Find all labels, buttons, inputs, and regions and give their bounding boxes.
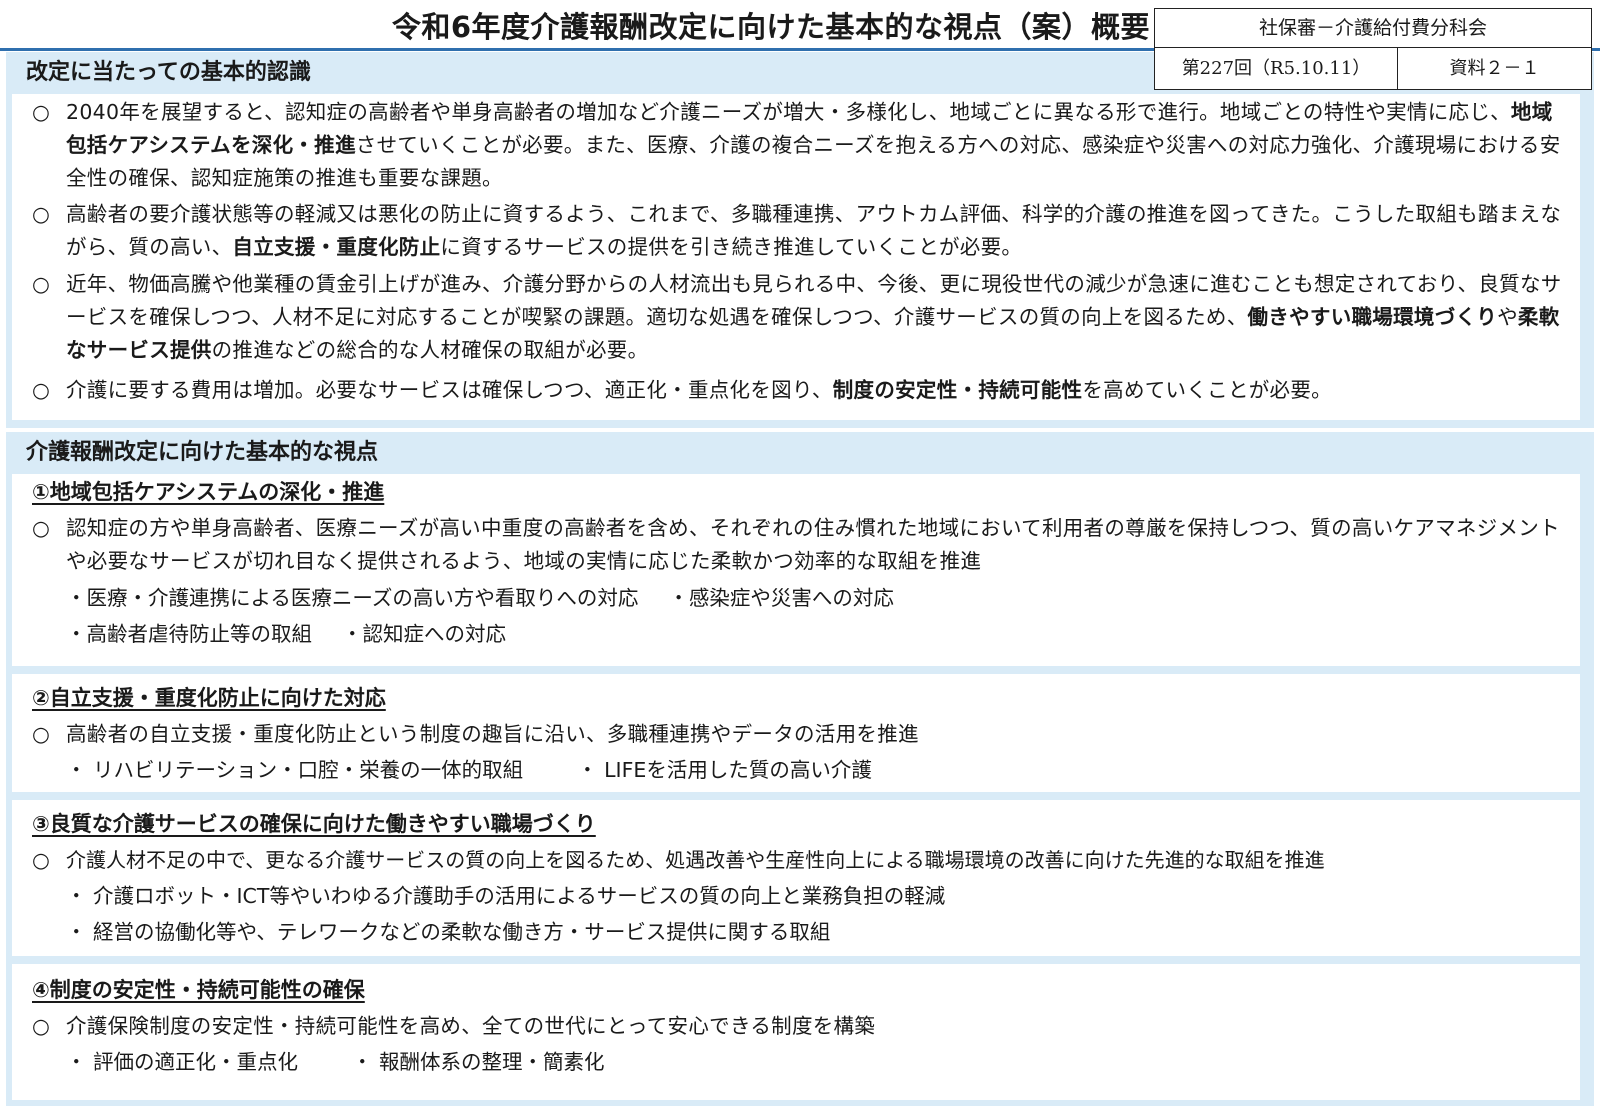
- viewpoints-heading: 介護報酬改定に向けた基本的な視点: [26, 440, 379, 465]
- list-item: ・ 評価の適正化・重点化: [66, 1050, 299, 1074]
- circle-bullet-icon: ○: [32, 1014, 50, 1038]
- document-meta-box: 社保審－介護給付費分科会 第227回（R5.10.11） 資料２－１: [1154, 8, 1592, 90]
- viewpoint-4-panel: ④制度の安定性・持続可能性の確保 ○ 介護保険制度の安定性・持続可能性を高め、全…: [12, 964, 1580, 1100]
- recognition-panel: ○ 2040年を展望すると、認知症の高齢者や単身高齢者の増加など介護ニーズが増大…: [12, 94, 1580, 420]
- recognition-paragraph-1: ○ 2040年を展望すると、認知症の高齢者や単身高齢者の増加など介護ニーズが増大…: [32, 96, 1572, 195]
- list-item: ・ LIFEを活用した質の高い介護: [577, 758, 872, 782]
- list-item: ・ 報酬体系の整理・簡素化: [352, 1050, 605, 1074]
- circle-bullet-icon: ○: [32, 100, 50, 124]
- meta-row: 第227回（R5.10.11） 資料２－１: [1155, 48, 1591, 90]
- circle-bullet-icon: ○: [32, 516, 50, 540]
- list-item: ・ 介護ロボット・ICT等やいわゆる介護助手の活用によるサービスの質の向上と業務…: [66, 884, 946, 908]
- circle-bullet-icon: ○: [32, 272, 50, 296]
- viewpoint-3-text: ○ 介護人材不足の中で、更なる介護サービスの質の向上を図るため、処遇改善や生産性…: [32, 844, 1578, 877]
- meta-session: 第227回（R5.10.11）: [1155, 48, 1398, 90]
- viewpoints-section: 介護報酬改定に向けた基本的な視点 ①地域包括ケアシステムの深化・推進 ○ 認知症…: [6, 432, 1594, 1106]
- circle-bullet-icon: ○: [32, 848, 50, 872]
- document-page: 令和6年度介護報酬改定に向けた基本的な視点（案）概要 社保審－介護給付費分科会 …: [0, 0, 1600, 1112]
- list-item: ・高齢者虐待防止等の取組: [66, 622, 312, 646]
- viewpoint-3-bullets: ・ 介護ロボット・ICT等やいわゆる介護助手の活用によるサービスの質の向上と業務…: [66, 878, 945, 950]
- page-title: 令和6年度介護報酬改定に向けた基本的な視点（案）概要: [391, 10, 1150, 44]
- circle-bullet-icon: ○: [32, 378, 50, 402]
- viewpoint-4-title: ④制度の安定性・持続可能性の確保: [32, 978, 365, 1002]
- viewpoint-2-panel: ②自立支援・重度化防止に向けた対応 ○ 高齢者の自立支援・重度化防止という制度の…: [12, 674, 1580, 792]
- circle-bullet-icon: ○: [32, 202, 50, 226]
- list-item: ・ 経営の協働化等や、テレワークなどの柔軟な働き方・サービス提供に関する取組: [66, 920, 831, 944]
- meta-document-number: 資料２－１: [1449, 58, 1540, 79]
- recognition-paragraph-4: ○ 介護に要する費用は増加。必要なサービスは確保しつつ、適正化・重点化を図り、制…: [32, 374, 1572, 407]
- viewpoint-1-title: ①地域包括ケアシステムの深化・推進: [32, 480, 385, 504]
- viewpoint-3-title: ③良質な介護サービスの確保に向けた働きやすい職場づくり: [32, 812, 596, 836]
- viewpoint-2-title: ②自立支援・重度化防止に向けた対応: [32, 686, 386, 710]
- list-item: ・感染症や災害への対応: [668, 586, 894, 610]
- viewpoint-1-text: ○ 認知症の方や単身高齢者、医療ニーズが高い中重度の高齢者を含め、それぞれの住み…: [32, 512, 1572, 578]
- viewpoint-3-panel: ③良質な介護サービスの確保に向けた働きやすい職場づくり ○ 介護人材不足の中で、…: [12, 800, 1580, 956]
- viewpoint-2-text: ○ 高齢者の自立支援・重度化防止という制度の趣旨に沿い、多職種連携やデータの活用…: [32, 718, 1572, 751]
- viewpoint-4-bullets: ・ 評価の適正化・重点化 ・ 報酬体系の整理・簡素化: [66, 1044, 605, 1080]
- circle-bullet-icon: ○: [32, 722, 50, 746]
- viewpoint-1-bullets: ・医療・介護連携による医療ニーズの高い方や看取りへの対応 ・感染症や災害への対応 …: [66, 580, 894, 652]
- viewpoint-1-panel: ①地域包括ケアシステムの深化・推進 ○ 認知症の方や単身高齢者、医療ニーズが高い…: [12, 474, 1580, 666]
- recognition-section: 改定に当たっての基本的認識 ○ 2040年を展望すると、認知症の高齢者や単身高齢…: [6, 52, 1594, 428]
- list-item: ・ リハビリテーション・口腔・栄養の一体的取組: [66, 758, 524, 782]
- viewpoint-4-text: ○ 介護保険制度の安定性・持続可能性を高め、全ての世代にとって安心できる制度を構…: [32, 1010, 1572, 1043]
- recognition-paragraph-2: ○ 高齢者の要介護状態等の軽減又は悪化の防止に資するよう、これまで、多職種連携、…: [32, 198, 1572, 264]
- list-item: ・認知症への対応: [342, 622, 506, 646]
- meta-organization: 社保審－介護給付費分科会: [1155, 9, 1591, 48]
- viewpoint-2-bullets: ・ リハビリテーション・口腔・栄養の一体的取組 ・ LIFEを活用した質の高い介護: [66, 752, 872, 788]
- list-item: ・医療・介護連携による医療ニーズの高い方や看取りへの対応: [66, 586, 639, 610]
- recognition-paragraph-3: ○ 近年、物価高騰や他業種の賃金引上げが進み、介護分野からの人材流出も見られる中…: [32, 268, 1572, 367]
